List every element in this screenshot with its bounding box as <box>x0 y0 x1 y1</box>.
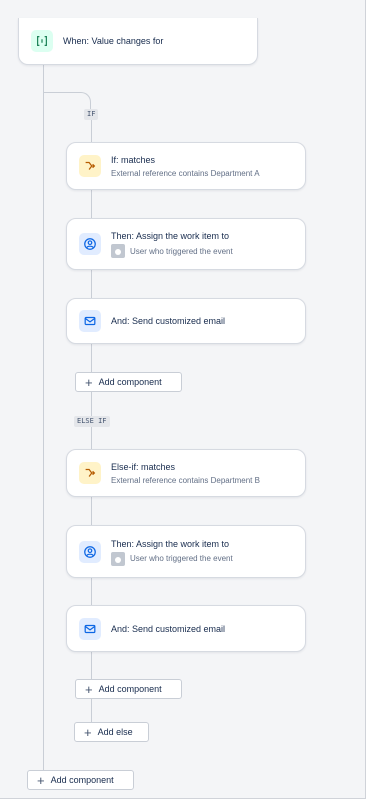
user-circle-icon <box>79 233 101 255</box>
elseif-add-component-button[interactable]: + Add component <box>75 679 182 699</box>
elseif-condition-subtitle: External reference contains Department B <box>111 475 260 485</box>
plus-icon: + <box>37 772 45 788</box>
branch-icon <box>79 155 101 177</box>
elseif-assign-subtitle: User who triggered the event <box>130 554 233 563</box>
main-connector-line <box>43 65 44 769</box>
elseif-add-component-label: Add component <box>98 684 162 694</box>
add-else-button[interactable]: + Add else <box>74 722 149 742</box>
if-assign-subtitle-row: User who triggered the event <box>111 244 233 258</box>
user-circle-icon <box>79 540 101 563</box>
mail-icon <box>79 617 101 640</box>
mail-icon <box>79 310 101 332</box>
elseif-assign-subtitle-row: User who triggered the event <box>111 551 233 566</box>
plus-icon: + <box>84 724 92 740</box>
if-assign-subtitle: User who triggered the event <box>130 246 233 256</box>
elseif-condition-card[interactable]: Else-if: matches External reference cont… <box>66 449 306 497</box>
elseif-condition-title: Else-if: matches <box>111 461 176 472</box>
code-brackets-icon <box>31 30 53 52</box>
elseif-email-card[interactable]: And: Send customized email <box>66 605 306 652</box>
elseif-assign-card[interactable]: Then: Assign the work item to User who t… <box>66 525 306 578</box>
avatar <box>111 551 125 566</box>
plus-icon: + <box>85 374 93 390</box>
if-assign-card[interactable]: Then: Assign the work item to User who t… <box>66 218 306 270</box>
elseif-email-title: And: Send customized email <box>111 623 226 634</box>
elseif-tag: ELSE IF <box>74 416 110 427</box>
if-email-card[interactable]: And: Send customized email <box>66 298 306 344</box>
trigger-card[interactable]: When: Value changes for <box>18 18 258 65</box>
if-tag: IF <box>84 109 99 120</box>
root-add-component-label: Add component <box>50 775 114 785</box>
branch-icon <box>79 462 101 484</box>
if-condition-subtitle: External reference contains Department A <box>111 168 260 178</box>
branch-connector-curve <box>43 92 91 110</box>
trigger-title: When: Value changes for <box>63 36 164 46</box>
root-add-component-button[interactable]: + Add component <box>27 770 134 790</box>
add-else-label: Add else <box>97 727 133 737</box>
if-add-component-button[interactable]: + Add component <box>75 372 182 392</box>
if-email-title: And: Send customized email <box>111 316 226 326</box>
avatar <box>111 244 125 258</box>
elseif-assign-title: Then: Assign the work item to <box>111 538 230 549</box>
plus-icon: + <box>85 681 93 697</box>
canvas-frame <box>0 0 366 799</box>
if-assign-title: Then: Assign the work item to <box>111 231 230 241</box>
if-condition-card[interactable]: If: matches External reference contains … <box>66 142 306 190</box>
if-condition-title: If: matches <box>111 154 156 165</box>
if-add-component-label: Add component <box>98 377 162 387</box>
